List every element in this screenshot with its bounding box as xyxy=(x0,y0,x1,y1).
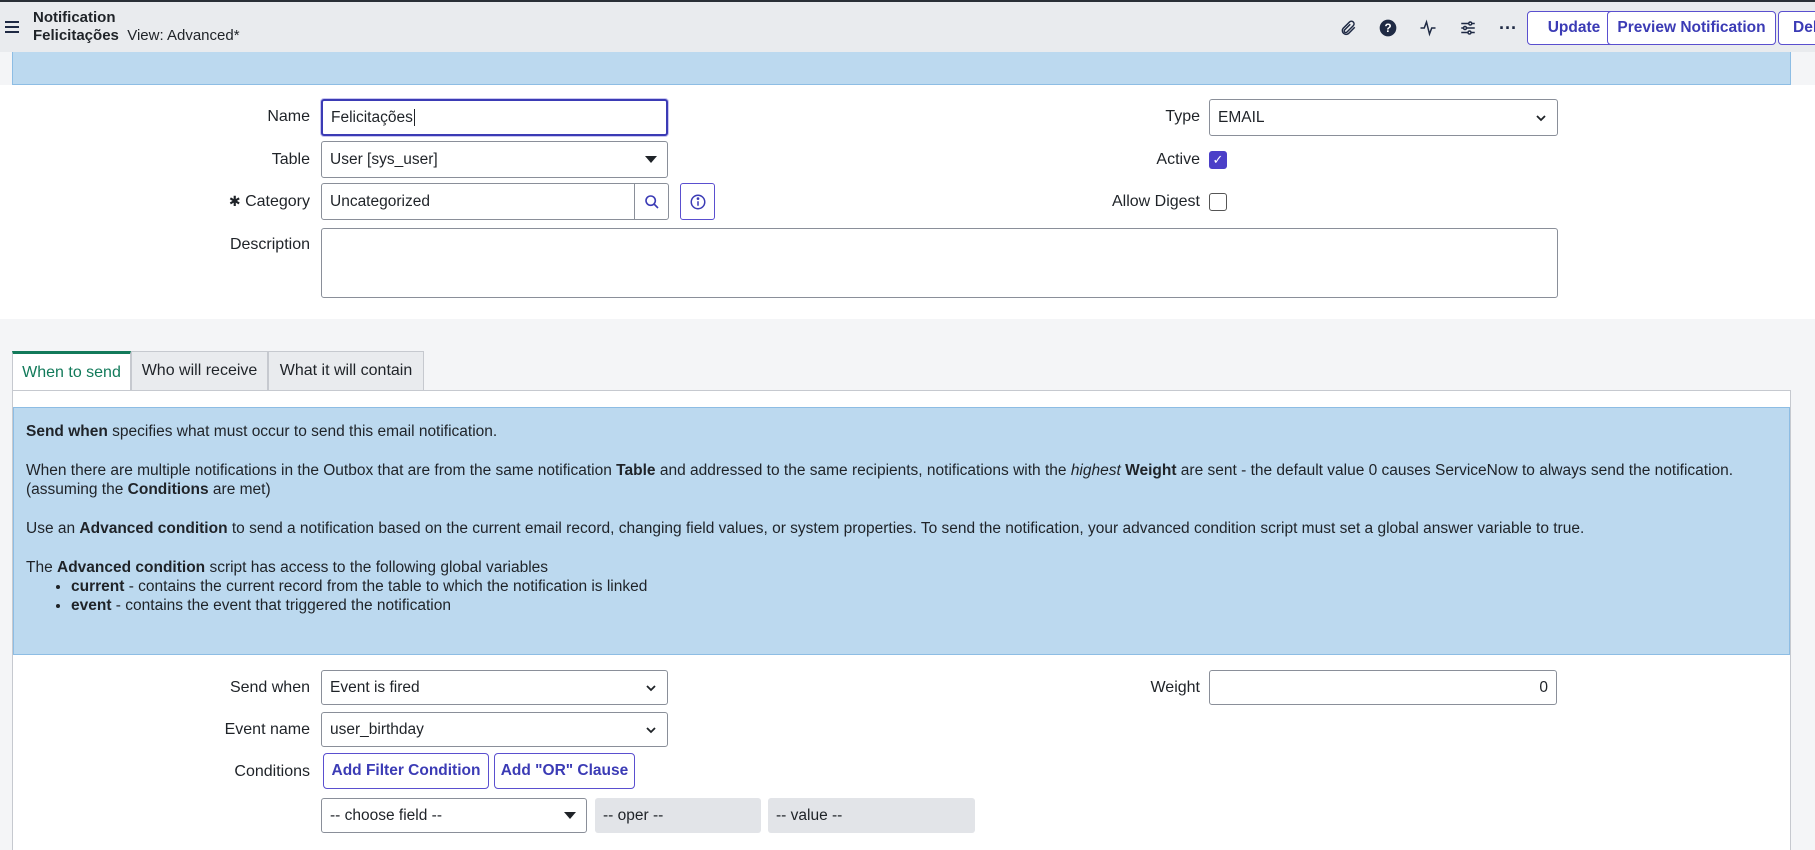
page-title: Notification xyxy=(33,9,116,26)
category-input[interactable]: Uncategorized xyxy=(321,183,635,220)
more-icon[interactable]: ··· xyxy=(1488,10,1528,46)
send-when-label: Send when xyxy=(229,679,310,696)
allow-digest-label: Allow Digest xyxy=(1111,193,1200,210)
help-info-box: Send when specifies what must occur to s… xyxy=(13,407,1790,655)
list-item: event - contains the event that triggere… xyxy=(71,596,1777,615)
weight-label: Weight xyxy=(1150,679,1200,696)
type-select[interactable]: EMAIL xyxy=(1209,99,1558,136)
event-name-label: Event name xyxy=(224,721,310,738)
choose-field-select[interactable]: -- choose field -- xyxy=(321,798,587,833)
description-label: Description xyxy=(229,236,310,253)
info-icon[interactable] xyxy=(680,183,715,220)
table-label: Table xyxy=(271,151,310,168)
tab-what-it-will-contain[interactable]: What it will contain xyxy=(268,351,424,391)
search-icon[interactable] xyxy=(634,183,669,220)
preview-notification-button[interactable]: Preview Notification xyxy=(1607,11,1776,45)
add-or-clause-button[interactable]: Add "OR" Clause xyxy=(494,753,635,789)
record-name: Felicitações xyxy=(33,27,119,44)
chevron-down-icon xyxy=(646,727,656,734)
svg-text:?: ? xyxy=(1384,22,1391,35)
event-name-select[interactable]: user_birthday xyxy=(321,712,668,747)
weight-input[interactable]: 0 xyxy=(1209,670,1557,705)
active-label: Active xyxy=(1156,151,1200,168)
allow-digest-checkbox[interactable] xyxy=(1209,193,1227,211)
conditions-label: Conditions xyxy=(234,763,310,780)
required-icon: ✱ xyxy=(228,193,241,209)
title-block: Notification Felicitações View: Advanced… xyxy=(33,9,240,45)
help-icon[interactable]: ? xyxy=(1368,10,1408,46)
menu-icon[interactable] xyxy=(5,21,19,33)
info-banner xyxy=(12,52,1791,85)
chevron-down-icon xyxy=(646,685,656,692)
record-subtitle: Felicitações View: Advanced* xyxy=(33,27,240,45)
operator-select[interactable]: -- oper -- xyxy=(595,798,761,833)
name-input[interactable]: Felicitações xyxy=(321,99,668,136)
category-label: ✱ Category xyxy=(228,193,310,210)
view-label: View: Advanced* xyxy=(127,27,240,44)
table-select[interactable]: User [sys_user] xyxy=(321,141,668,178)
delete-button[interactable]: Del xyxy=(1778,11,1815,45)
tab-when-to-send[interactable]: When to send xyxy=(12,351,131,391)
description-textarea[interactable] xyxy=(321,228,1558,298)
send-when-select[interactable]: Event is fired xyxy=(321,670,668,705)
name-label: Name xyxy=(267,108,310,125)
chevron-down-icon xyxy=(1536,115,1546,122)
activity-icon[interactable] xyxy=(1408,10,1448,46)
active-checkbox[interactable]: ✓ xyxy=(1209,151,1227,169)
list-item: current - contains the current record fr… xyxy=(71,577,1777,596)
settings-sliders-icon[interactable] xyxy=(1448,10,1488,46)
tab-who-will-receive[interactable]: Who will receive xyxy=(131,351,268,391)
add-filter-condition-button[interactable]: Add Filter Condition xyxy=(323,753,489,789)
type-label: Type xyxy=(1165,108,1200,125)
caret-down-icon xyxy=(645,156,657,163)
caret-down-icon xyxy=(564,812,576,819)
value-input[interactable]: -- value -- xyxy=(768,798,975,833)
form-header: Notification Felicitações View: Advanced… xyxy=(0,0,1815,52)
paperclip-icon[interactable] xyxy=(1328,10,1368,46)
